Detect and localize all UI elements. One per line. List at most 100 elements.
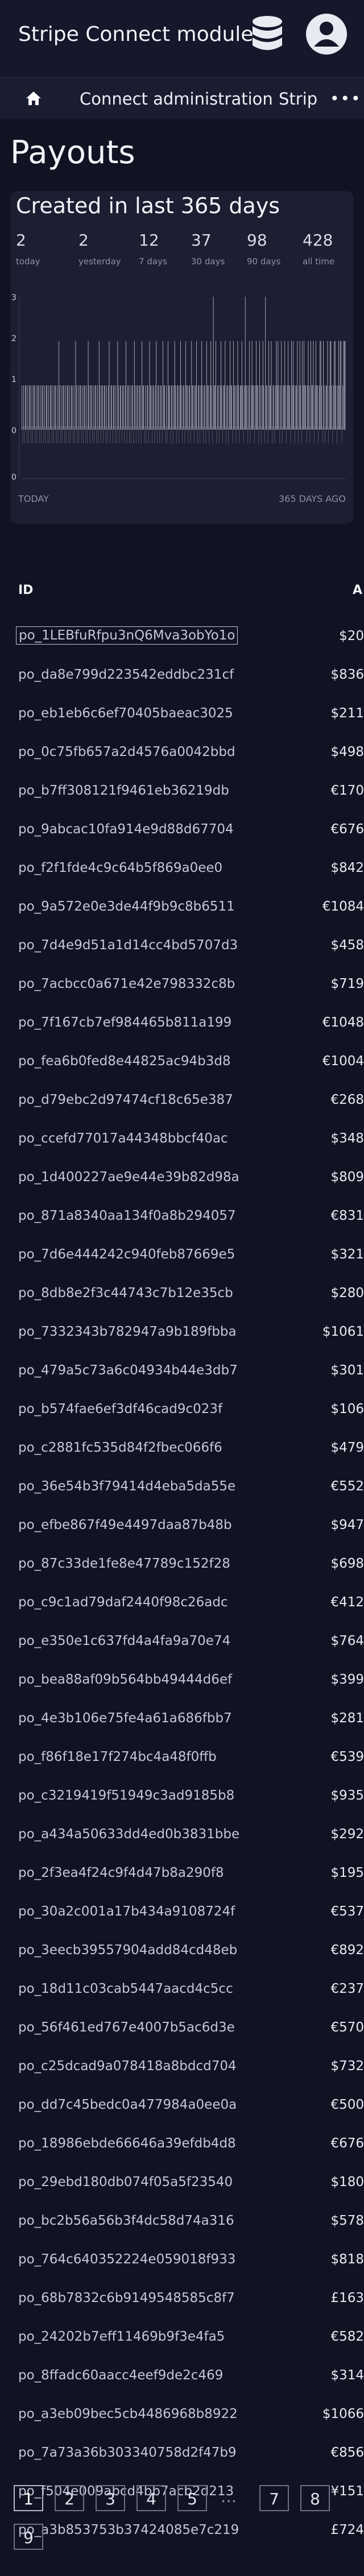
page-button[interactable]: 8	[300, 2485, 330, 2511]
payout-id-cell[interactable]: po_7332343b782947a9b189fbba	[18, 1324, 237, 1339]
payout-id-cell[interactable]: po_bc2b56a56b3f4dc58d74a316	[18, 2213, 234, 2228]
payout-id-cell[interactable]: po_7f167cb7ef984465b811a199	[18, 1015, 231, 1030]
page-button[interactable]: 2	[55, 2485, 84, 2511]
payout-id-cell[interactable]: po_0c75fb657a2d4576a0042bbd	[18, 745, 235, 759]
table-row[interactable]: po_7d6e444242c940feb87669e5 $321	[0, 1236, 364, 1272]
more-options-icon[interactable]: •••	[330, 89, 362, 108]
payout-id-cell[interactable]: po_7d4e9d51a1d14cc4bd5707d3	[18, 938, 238, 953]
table-row[interactable]: po_dd7c45bedc0a477984a0ee0a €500	[0, 2086, 364, 2122]
payout-id-cell[interactable]: po_2f3ea4f24c9f4d47b8a290f8	[18, 1865, 224, 1880]
payout-id-cell[interactable]: po_3eecb39557904add84cd48eb	[18, 1943, 237, 1958]
payout-id-cell[interactable]: po_87c33de1fe8e47789c152f28	[18, 1556, 230, 1571]
page-button[interactable]: 7	[259, 2485, 289, 2511]
payout-id-cell[interactable]: po_f86f18e17f274bc4a48f0ffb	[18, 1750, 217, 1764]
table-row[interactable]: po_b574fae6ef3df46cad9c023f $106	[0, 1390, 364, 1427]
table-row[interactable]: po_1LEBfuRfpu3nQ6Mva3obYo1o $20	[0, 617, 364, 654]
payout-id-cell[interactable]: po_f2f1fde4c9c64b5f869a0ee0	[18, 861, 222, 875]
payout-id-cell[interactable]: po_b574fae6ef3df46cad9c023f	[18, 1402, 222, 1416]
payout-id-cell[interactable]: po_9abcac10fa914e9d88d67704	[18, 822, 234, 837]
payout-id-cell[interactable]: po_d79ebc2d97474cf18c65e387	[18, 1092, 233, 1107]
page-button[interactable]: 4	[136, 2485, 166, 2511]
table-row[interactable]: po_bea88af09b564bb49444d6ef $399	[0, 1661, 364, 1697]
table-row[interactable]: po_8db8e2f3c44743c7b12e35cb $280	[0, 1274, 364, 1311]
payout-id-cell[interactable]: po_18986ebde66646a39efdb4d8	[18, 2136, 236, 2151]
payout-id-cell[interactable]: po_7acbcc0a671e42e798332c8b	[18, 977, 235, 991]
table-row[interactable]: po_efbe867f49e4497daa87b48b $947	[0, 1506, 364, 1543]
table-row[interactable]: po_7332343b782947a9b189fbba $1061	[0, 1313, 364, 1349]
table-row[interactable]: po_eb1eb6c6ef70405baeac3025 $211	[0, 695, 364, 731]
payout-id-cell[interactable]: po_30a2c001a17b434a9108724f	[18, 1904, 235, 1919]
payout-id-cell[interactable]: po_dd7c45bedc0a477984a0ee0a	[18, 2097, 237, 2112]
payout-id-cell[interactable]: po_7a73a36b303340758d2f47b9	[18, 2445, 237, 2460]
payout-id-cell[interactable]: po_9a572e0e3de44f9b9c8b6511	[18, 899, 235, 914]
table-row[interactable]: po_871a8340aa134f0a8b294057 €831	[0, 1197, 364, 1233]
payout-id-cell[interactable]: po_479a5c73a6c04934b44e3db7	[18, 1363, 238, 1378]
user-account-icon[interactable]	[305, 13, 348, 58]
payout-id-cell[interactable]: po_36e54b3f79414d4eba5da55e	[18, 1479, 235, 1494]
payout-id-cell[interactable]: po_eb1eb6c6ef70405baeac3025	[18, 706, 233, 721]
table-row[interactable]: po_0c75fb657a2d4576a0042bbd $498	[0, 733, 364, 770]
table-row[interactable]: po_fea6b0fed8e44825ac94b3d8 €1004	[0, 1042, 364, 1079]
payout-id-cell[interactable]: po_c3219419f51949c3ad9185b8	[18, 1788, 234, 1803]
table-row[interactable]: po_1d400227ae9e44e39b82d98a $809	[0, 1158, 364, 1195]
payout-id-cell[interactable]: po_b7ff308121f9461eb36219db	[18, 783, 229, 798]
payout-id-cell[interactable]: po_1d400227ae9e44e39b82d98a	[18, 1170, 239, 1185]
table-row[interactable]: po_3eecb39557904add84cd48eb €892	[0, 1931, 364, 1968]
table-row[interactable]: po_a3eb09bec5cb4486968b8922 $1066	[0, 2395, 364, 2432]
app-title[interactable]: Stripe Connect module	[18, 23, 253, 46]
payout-id-cell[interactable]: po_c9c1ad79daf2440f98c26adc	[18, 1595, 228, 1610]
table-row[interactable]: po_c25dcad9a078418a8bdcd704 $732	[0, 2047, 364, 2084]
payout-id-cell[interactable]: po_7d6e444242c940feb87669e5	[18, 1247, 235, 1262]
payout-id-cell[interactable]: po_bea88af09b564bb49444d6ef	[18, 1672, 232, 1687]
payout-id-cell[interactable]: po_ccefd77017a44348bbcf40ac	[18, 1131, 228, 1146]
table-row[interactable]: po_f2f1fde4c9c64b5f869a0ee0 $842	[0, 849, 364, 886]
table-row[interactable]: po_8ffadc60aacc4eef9de2c469 $314	[0, 2357, 364, 2393]
payout-id-cell[interactable]: po_c25dcad9a078418a8bdcd704	[18, 2059, 237, 2074]
table-row[interactable]: po_a3b853753b37424085e7c219 £724	[0, 2511, 364, 2548]
table-row[interactable]: po_7acbcc0a671e42e798332c8b $719	[0, 965, 364, 1002]
table-row[interactable]: po_9abcac10fa914e9d88d67704 €676	[0, 811, 364, 847]
payout-id-cell[interactable]: po_efbe867f49e4497daa87b48b	[18, 1518, 232, 1532]
payout-id-cell[interactable]: po_fea6b0fed8e44825ac94b3d8	[18, 1054, 231, 1069]
payout-id-cell[interactable]: po_e350e1c637fd4a4fa9a70e74	[18, 1634, 230, 1648]
payout-id-cell[interactable]: po_1LEBfuRfpu3nQ6Mva3obYo1o	[16, 626, 238, 645]
payout-id-cell[interactable]: po_a3eb09bec5cb4486968b8922	[18, 2407, 238, 2421]
payout-id-cell[interactable]: po_a3b853753b37424085e7c219	[18, 2523, 239, 2537]
nav-connect-administration[interactable]: Connect administration	[80, 89, 273, 109]
table-row[interactable]: po_29ebd180db074f05a5f23540 $180	[0, 2163, 364, 2200]
table-row[interactable]: po_7f167cb7ef984465b811a199 €1048	[0, 1004, 364, 1040]
table-row[interactable]: po_c9c1ad79daf2440f98c26adc €412	[0, 1584, 364, 1620]
page-button[interactable]: 5	[177, 2485, 207, 2511]
table-row[interactable]: po_24202b7eff11469b9f3e4fa5 €582	[0, 2318, 364, 2354]
table-row[interactable]: po_c3219419f51949c3ad9185b8 $935	[0, 1777, 364, 1813]
payout-id-cell[interactable]: po_4e3b106e75fe4a61a686fbb7	[18, 1711, 232, 1726]
database-icon[interactable]	[250, 15, 284, 60]
payout-id-cell[interactable]: po_29ebd180db074f05a5f23540	[18, 2175, 233, 2189]
table-row[interactable]: po_30a2c001a17b434a9108724f €537	[0, 1893, 364, 1929]
payout-id-cell[interactable]: po_18d11c03cab5447aacd4c5cc	[18, 1981, 233, 1996]
nav-stripe[interactable]: Strip	[279, 89, 317, 109]
table-row[interactable]: po_f86f18e17f274bc4a48f0ffb €539	[0, 1738, 364, 1775]
payout-id-cell[interactable]: po_a434a50633dd4ed0b3831bbe	[18, 1827, 239, 1842]
table-row[interactable]: po_68b7832c6b9149548585c8f7 £163	[0, 2279, 364, 2316]
table-row[interactable]: po_36e54b3f79414d4eba5da55e €552	[0, 1468, 364, 1504]
home-icon[interactable]	[25, 90, 42, 109]
payout-id-cell[interactable]: po_c2881fc535d84f2fbec066f6	[18, 1440, 222, 1455]
payout-id-cell[interactable]: po_56f461ed767e4007b5ac6d3e	[18, 2020, 235, 2035]
table-row[interactable]: po_479a5c73a6c04934b44e3db7 $301	[0, 1352, 364, 1388]
table-row[interactable]: po_764c640352224e059018f933 $818	[0, 2241, 364, 2277]
table-row[interactable]: po_da8e799d223542eddbc231cf $836	[0, 656, 364, 692]
table-row[interactable]: po_a434a50633dd4ed0b3831bbe $292	[0, 1815, 364, 1852]
table-row[interactable]: po_2f3ea4f24c9f4d47b8a290f8 $195	[0, 1854, 364, 1891]
table-row[interactable]: po_9a572e0e3de44f9b9c8b6511 €1084	[0, 888, 364, 924]
table-row[interactable]: po_c2881fc535d84f2fbec066f6 $479	[0, 1429, 364, 1465]
payout-id-cell[interactable]: po_da8e799d223542eddbc231cf	[18, 667, 234, 682]
table-row[interactable]: po_d79ebc2d97474cf18c65e387 €268	[0, 1081, 364, 1117]
column-header-amount[interactable]: A	[353, 583, 362, 597]
payout-id-cell[interactable]: po_871a8340aa134f0a8b294057	[18, 1208, 236, 1223]
table-row[interactable]: po_bc2b56a56b3f4dc58d74a316 $578	[0, 2202, 364, 2238]
table-row[interactable]: po_e350e1c637fd4a4fa9a70e74 $764	[0, 1622, 364, 1659]
table-row[interactable]: po_18986ebde66646a39efdb4d8 €676	[0, 2125, 364, 2161]
table-row[interactable]: po_87c33de1fe8e47789c152f28 $698	[0, 1545, 364, 1581]
payout-id-cell[interactable]: po_8ffadc60aacc4eef9de2c469	[18, 2368, 223, 2383]
